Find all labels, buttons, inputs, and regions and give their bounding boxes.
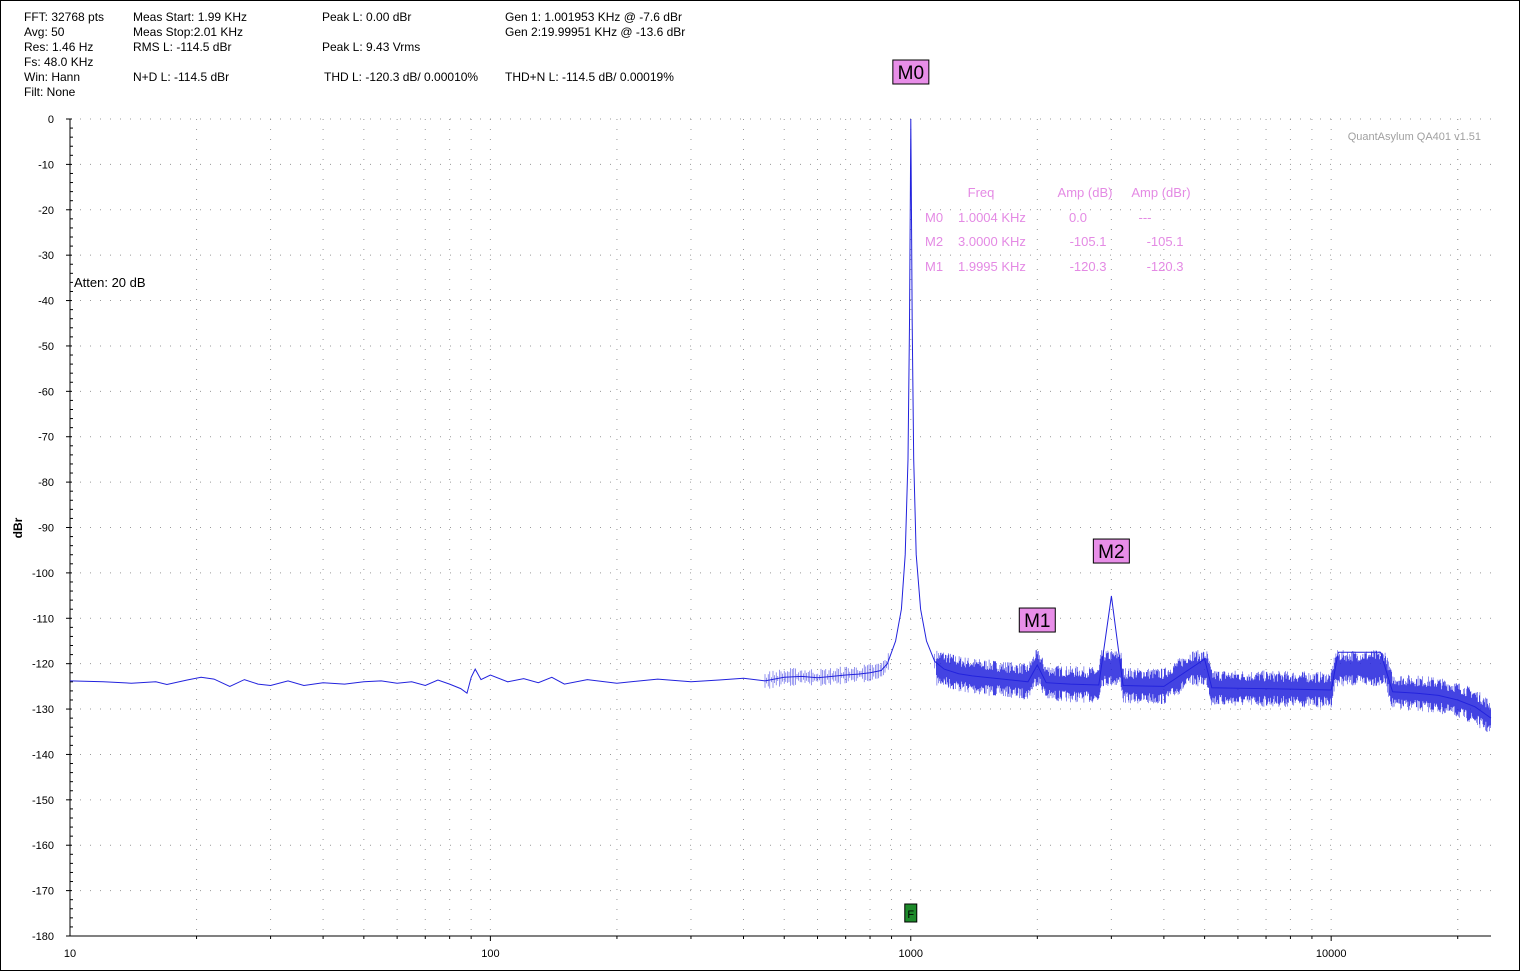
y-tick-label: -150 bbox=[32, 795, 54, 807]
x-tick-label: 100 bbox=[481, 948, 499, 960]
atten-label: Atten: 20 dB bbox=[74, 275, 146, 290]
grid bbox=[70, 118, 1491, 936]
y-tick-label: -30 bbox=[38, 250, 54, 262]
y-tick-label: -180 bbox=[32, 931, 54, 943]
table-row-amp-dbr: -105.1 bbox=[1147, 234, 1184, 249]
table-row-name: M2 bbox=[925, 234, 943, 249]
fft-spectrum-chart[interactable]: 0 -10 -20 -30 -40 -50 -60 -70 -80 -90 -100 -110 -120… bbox=[0, 0, 1520, 971]
spectrum-trace bbox=[69, 118, 1492, 719]
trace-layer bbox=[69, 118, 1492, 732]
y-tick-label: -80 bbox=[38, 477, 54, 489]
y-tick-label: -70 bbox=[38, 432, 54, 444]
y-tick-label: -110 bbox=[33, 613, 54, 625]
y-tick-label: 0 bbox=[48, 114, 54, 126]
y-tick-label: -130 bbox=[32, 704, 54, 716]
y-tick-label: -170 bbox=[32, 886, 54, 898]
table-row-amp-db: -105.1 bbox=[1070, 234, 1107, 249]
marker-readout-table: Freq Amp (dB) Amp (dBr) M0 1.0004 KHz 0.… bbox=[925, 185, 1191, 274]
marker-m1: M1 bbox=[1018, 607, 1056, 633]
marker-label: M1 bbox=[1024, 611, 1050, 632]
marker-m2: M2 bbox=[1092, 538, 1130, 564]
table-header-amp-dbr: Amp (dBr) bbox=[1131, 185, 1190, 200]
y-tick-label: -120 bbox=[32, 659, 54, 671]
x-tick-label: 10000 bbox=[1316, 948, 1347, 960]
axes: 0 -10 -20 -30 -40 -50 -60 -70 -80 -90 -100 -110 -120… bbox=[32, 114, 1491, 960]
marker-label: M2 bbox=[1098, 542, 1124, 563]
x-tick-label: 10 bbox=[64, 948, 76, 960]
noise-floor-texture bbox=[936, 650, 1491, 732]
fundamental-marker-label: F bbox=[907, 909, 914, 921]
table-row-amp-db: -120.3 bbox=[1070, 259, 1107, 274]
y-tick-label: -140 bbox=[32, 749, 54, 761]
y-tick-label: -10 bbox=[38, 159, 54, 171]
table-row-freq: 1.9995 KHz bbox=[958, 259, 1026, 274]
fundamental-marker: F bbox=[904, 903, 918, 923]
watermark: QuantAsylum QA401 v1.51 bbox=[1348, 131, 1481, 143]
table-row-amp-dbr: -120.3 bbox=[1147, 259, 1184, 274]
table-row-amp-dbr: --- bbox=[1139, 210, 1152, 225]
y-tick-label: -100 bbox=[32, 568, 54, 580]
y-tick-label: -20 bbox=[38, 205, 54, 217]
marker-label: M0 bbox=[898, 63, 924, 84]
table-header-amp-db: Amp (dB) bbox=[1058, 185, 1113, 200]
x-tick-label: 1000 bbox=[899, 948, 923, 960]
y-tick-label: -60 bbox=[38, 386, 54, 398]
y-tick-label: -50 bbox=[38, 341, 54, 353]
table-row-name: M0 bbox=[925, 210, 943, 225]
table-row-freq: 3.0000 KHz bbox=[958, 234, 1026, 249]
table-row-amp-db: 0.0 bbox=[1069, 210, 1087, 225]
table-row-freq: 1.0004 KHz bbox=[958, 210, 1026, 225]
noise-floor-texture bbox=[764, 653, 937, 689]
y-tick-label: -160 bbox=[32, 840, 54, 852]
table-header-freq: Freq bbox=[968, 185, 995, 200]
y-tick-label: -90 bbox=[38, 523, 54, 535]
table-row-name: M1 bbox=[925, 259, 943, 274]
y-tick-label: -40 bbox=[38, 296, 54, 308]
marker-m0: M0 bbox=[892, 59, 930, 85]
y-axis-label: dBr bbox=[11, 517, 25, 538]
